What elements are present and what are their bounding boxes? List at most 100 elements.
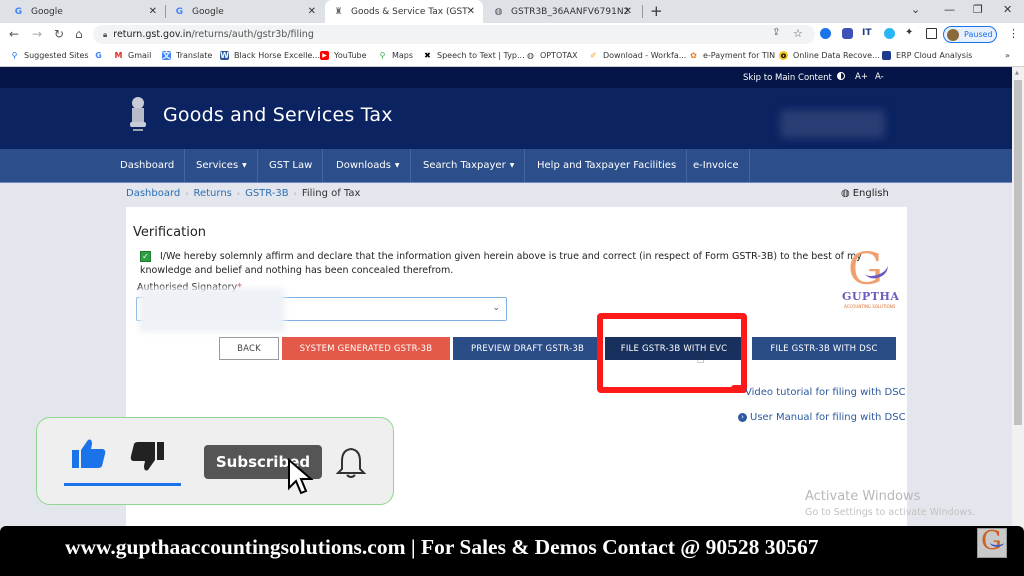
breadcrumb-separator: › xyxy=(236,189,241,198)
bookmark-label: Suggested Sites xyxy=(24,51,89,60)
profile-paused-button[interactable]: Paused xyxy=(943,26,997,43)
side-panel-icon[interactable] xyxy=(926,28,937,39)
nav-search-taxpayer[interactable]: Search Taxpayer ▼ xyxy=(413,149,526,182)
notification-bell-icon[interactable] xyxy=(335,446,367,480)
more-bookmarks-label: » xyxy=(1005,51,1010,60)
like-underline xyxy=(64,483,181,486)
thumbs-down-icon[interactable] xyxy=(129,440,165,472)
page-scrollbar[interactable]: ▲ xyxy=(1012,67,1024,527)
user-manual-link[interactable]: › User Manual for filing with DSC xyxy=(738,412,906,423)
authorised-signatory-select[interactable]: ⌄ xyxy=(136,288,507,332)
browser-tab-gst[interactable]: ♜ Goods & Service Tax (GST) | User ✕ xyxy=(325,0,483,23)
bookmark-youtube[interactable]: ▶ YouTube xyxy=(320,51,367,60)
text-extension-icon[interactable]: IT xyxy=(862,28,873,39)
font-increase-button[interactable]: A+ xyxy=(855,72,868,82)
red-highlight-box xyxy=(597,313,747,393)
extension-icon[interactable] xyxy=(884,28,895,39)
thumbs-up-icon[interactable] xyxy=(71,438,107,470)
nav-help-taxpayer-facilities[interactable]: Help and Taxpayer Facilities xyxy=(527,149,688,182)
reload-icon[interactable]: ↻ xyxy=(54,27,64,41)
close-tab-icon[interactable]: ✕ xyxy=(467,6,475,17)
nav-services[interactable]: Services ▼ xyxy=(186,149,258,182)
menu-kebab-icon[interactable]: ⋮ xyxy=(1008,27,1019,40)
bookmark-star-icon[interactable]: ☆ xyxy=(793,27,803,40)
tab-divider xyxy=(642,5,643,18)
bookmark-label: YouTube xyxy=(334,51,367,60)
browser-tab-gstr3b[interactable]: ◍ GSTR3B_36AANFV6791N2Z1_122 ✕ xyxy=(485,0,640,23)
chevron-down-icon: ⌄ xyxy=(492,303,500,313)
bookmark-speech-to-text[interactable]: ✖ Speech to Text | Typ... xyxy=(423,51,525,60)
breadcrumb-returns[interactable]: Returns xyxy=(193,188,231,199)
declaration-checkbox[interactable]: ✓ xyxy=(140,251,151,262)
tab-search-icon[interactable]: ⌄ xyxy=(911,3,920,16)
browser-tab-strip: G Google ✕ G Google ✕ ♜ Goods & Service … xyxy=(0,0,1024,23)
bookmark-epayment-tin[interactable]: ✿ e-Payment for TIN xyxy=(689,51,775,60)
video-tutorial-link[interactable]: Video tutorial for filing with DSC xyxy=(745,387,906,398)
browser-tab-google-2[interactable]: G Google ✕ xyxy=(166,0,324,23)
browser-tab-google-1[interactable]: G Google ✕ xyxy=(5,0,165,23)
language-selector[interactable]: ◍ English xyxy=(841,188,889,199)
nav-label: Downloads xyxy=(336,160,391,171)
bookmark-online-data-recovery[interactable]: o Online Data Recove... xyxy=(779,51,880,60)
bookmark-optotax[interactable]: ◍ OPTOTAX xyxy=(526,51,578,60)
bookmark-download-workfa[interactable]: ✐ Download - Workfa... xyxy=(589,51,686,60)
close-tab-icon[interactable]: ✕ xyxy=(624,6,632,17)
forward-arrow-icon[interactable]: → xyxy=(32,27,42,41)
caret-down-icon: ▼ xyxy=(394,162,400,169)
font-decrease-button[interactable]: A- xyxy=(875,72,884,82)
extension-icon[interactable] xyxy=(820,28,831,39)
file-gstr3b-dsc-button[interactable]: FILE GSTR-3B WITH DSC xyxy=(752,337,896,360)
promo-footer-banner: www.gupthaaccountingsolutions.com | For … xyxy=(0,526,1024,576)
bookmark-google[interactable]: G xyxy=(94,51,108,60)
scroll-up-icon[interactable]: ▲ xyxy=(1015,70,1019,76)
nav-gst-law[interactable]: GST Law xyxy=(259,149,324,182)
logo-leaf-icon xyxy=(990,538,1004,547)
guptha-logo: G GUPTHA ACCOUNTING SOLUTIONS xyxy=(840,244,902,312)
minimize-button[interactable]: — xyxy=(944,3,955,16)
bookmark-label: Download - Workfa... xyxy=(603,51,687,60)
bookmark-black-horse[interactable]: W Black Horse Excelle... xyxy=(220,51,320,60)
preview-draft-gstr3b-button[interactable]: PREVIEW DRAFT GSTR-3B xyxy=(453,337,602,360)
user-manual-label: User Manual for filing with DSC xyxy=(750,412,906,423)
url-path: /returns/auth/gstr3b/filing xyxy=(191,29,314,40)
breadcrumb-gstr3b[interactable]: GSTR-3B xyxy=(245,188,289,199)
gst-utility-bar: Skip to Main Content A+ A- xyxy=(0,67,1012,88)
guptha-mini-logo: G xyxy=(977,526,1007,558)
url-host: return.gst.gov.in xyxy=(113,29,192,40)
redacted-signatory-value xyxy=(139,288,285,332)
contrast-toggle-icon[interactable] xyxy=(837,72,845,80)
extension-icon[interactable] xyxy=(842,28,853,39)
puzzle-icon[interactable]: ✦ xyxy=(905,27,913,38)
maximize-button[interactable]: ❐ xyxy=(973,3,983,16)
bookmark-maps[interactable]: ⚲ Maps xyxy=(378,51,414,60)
home-icon[interactable]: ⌂ xyxy=(75,27,83,41)
close-tab-icon[interactable]: ✕ xyxy=(308,6,316,17)
close-tab-icon[interactable]: ✕ xyxy=(149,6,157,17)
breadcrumb-dashboard[interactable]: Dashboard xyxy=(126,188,180,199)
system-generated-gstr3b-button[interactable]: SYSTEM GENERATED GSTR-3B xyxy=(282,337,450,360)
address-bar[interactable]: 🔒︎ return.gst.gov.in /returns/auth/gstr3… xyxy=(93,25,815,44)
nav-e-invoice[interactable]: e-Invoice xyxy=(683,149,750,182)
nav-dashboard[interactable]: Dashboard xyxy=(110,149,186,182)
bookmark-erp-cloud[interactable]: ERP Cloud Analysis xyxy=(882,51,972,60)
declaration-text: I/We hereby solemnly affirm and declare … xyxy=(140,251,862,276)
google-icon: G xyxy=(175,6,184,17)
speech-icon: ✖ xyxy=(424,51,431,60)
erp-icon xyxy=(882,51,891,60)
skip-to-main-link[interactable]: Skip to Main Content xyxy=(743,73,832,83)
bookmark-gmail[interactable]: M Gmail xyxy=(114,51,152,60)
new-tab-button[interactable]: + xyxy=(650,2,663,20)
google-icon: G xyxy=(14,6,23,17)
gst-main-nav: Dashboard Services ▼ GST Law Downloads ▼ S… xyxy=(0,149,1012,183)
bookmark-suggested-sites[interactable]: ⚲ Suggested Sites xyxy=(10,51,89,60)
nav-downloads[interactable]: Downloads ▼ xyxy=(326,149,411,182)
more-bookmarks-button[interactable]: » xyxy=(1005,51,1010,60)
close-window-button[interactable]: ✕ xyxy=(1003,3,1012,16)
gst-header: Goods and Services Tax xyxy=(0,88,1012,149)
scrollbar-thumb[interactable] xyxy=(1014,80,1022,425)
globe-icon: ◍ xyxy=(841,188,850,199)
back-button[interactable]: BACK xyxy=(219,337,279,360)
back-arrow-icon[interactable]: ← xyxy=(9,27,19,41)
bookmark-translate[interactable]: 文 Translate xyxy=(162,51,212,60)
share-icon[interactable]: ⇪ xyxy=(772,27,780,38)
